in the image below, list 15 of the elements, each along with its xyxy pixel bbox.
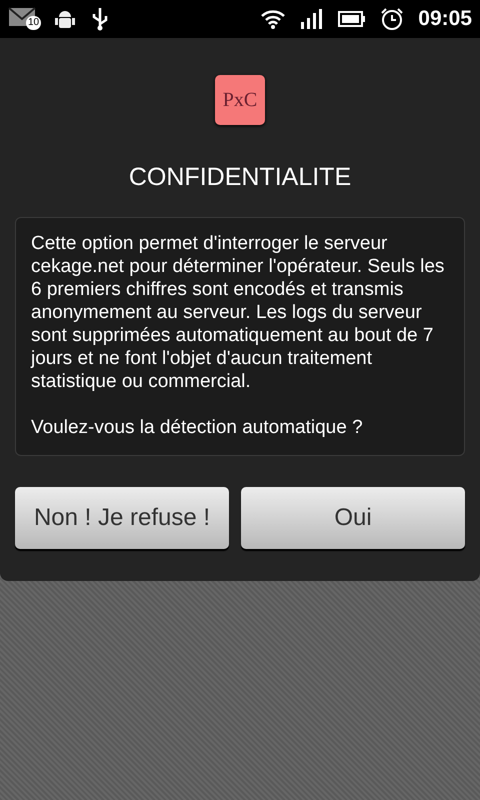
android-icon	[54, 8, 76, 30]
notification-count: 10	[26, 16, 42, 30]
accept-button[interactable]: Oui	[241, 487, 465, 549]
message-text: Cette option permet d'interroger le serveur cekage.net pour déterminer l'opérateur. Seuls les 6 premiers chiffres sont encodés et transmis anonymement au serveur. Les logs du serveur sont supprimées automatiquement au bout de 7 jours et ne font l'objet d'aucun traitement statistique ou commercial.	[31, 232, 446, 393]
alarm-icon	[380, 7, 404, 31]
wifi-icon	[260, 8, 286, 30]
app-logo: PxC	[215, 75, 265, 125]
usb-icon	[90, 7, 110, 31]
message-text: Voulez-vous la détection automatique ?	[31, 416, 364, 439]
battery-icon	[338, 11, 366, 27]
signal-icon	[300, 8, 324, 30]
mail-icon	[8, 5, 38, 29]
dialog-title: CONFIDENTIALITE	[128, 163, 352, 193]
clock-time: 09:05	[418, 7, 472, 31]
refuse-button[interactable]: Non ! Je refuse !	[15, 487, 229, 549]
